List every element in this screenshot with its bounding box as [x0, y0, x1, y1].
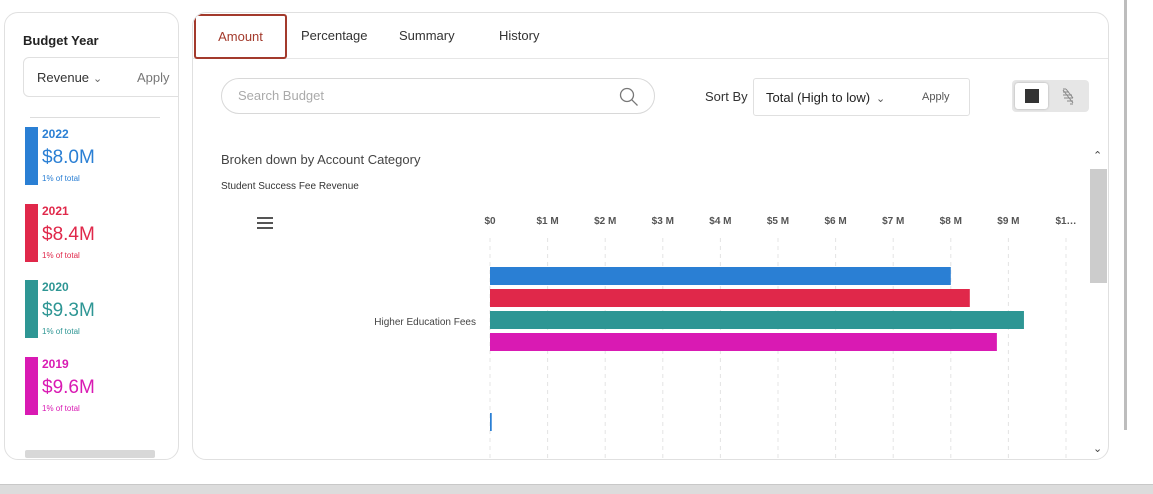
tab-history[interactable]: History — [499, 28, 539, 43]
bar-2021-0 — [490, 289, 970, 307]
x-tick-label: $1… — [1055, 216, 1076, 227]
striped-pattern-icon — [1062, 88, 1074, 105]
budget-year-panel: Budget Year Revenue ⌄ Apply 2022 $8.0M 1%… — [4, 12, 179, 460]
year-color-bar — [25, 127, 38, 185]
solid-view-button[interactable] — [1015, 83, 1048, 109]
bottom-bar — [0, 484, 1153, 494]
year-percent: 1% of total — [42, 251, 80, 260]
horizontal-scrollbar[interactable] — [25, 450, 155, 458]
x-tick-label: $2 M — [594, 216, 616, 227]
divider — [30, 117, 160, 118]
year-amount: $9.3M — [42, 300, 95, 321]
revenue-select-label: Revenue — [37, 70, 90, 85]
budget-year-title: Budget Year — [23, 33, 99, 48]
vertical-scrollbar[interactable]: ⌃ ⌄ — [1088, 147, 1108, 459]
chevron-down-icon: ⌄ — [93, 73, 103, 85]
year-label: 2021 — [42, 204, 69, 218]
bar-2020-0 — [490, 311, 1024, 329]
year-card-2021[interactable]: 2021 $8.4M 1% of total — [25, 204, 175, 264]
solid-square-icon — [1025, 89, 1039, 103]
year-percent: 1% of total — [42, 404, 80, 413]
sidebar-apply-button[interactable]: Apply — [137, 70, 170, 85]
pattern-view-button[interactable] — [1052, 83, 1086, 109]
revenue-select[interactable]: Revenue ⌄ — [37, 70, 102, 85]
budget-main-panel: Amount Percentage Summary History Sort B… — [192, 12, 1109, 460]
year-label: 2019 — [42, 357, 69, 371]
scrollbar-thumb[interactable] — [1090, 169, 1107, 283]
scroll-down-icon[interactable]: ⌄ — [1093, 442, 1102, 455]
x-tick-label: $7 M — [882, 216, 904, 227]
chart-subtitle: Student Success Fee Revenue — [221, 181, 359, 192]
year-color-bar — [25, 204, 38, 262]
revenue-controls: Revenue ⌄ Apply — [23, 57, 178, 97]
year-label: 2020 — [42, 280, 69, 294]
year-color-bar — [25, 280, 38, 338]
year-amount: $9.6M — [42, 377, 95, 398]
sort-select-value: Total (High to low) — [766, 90, 871, 105]
x-tick-label: $9 M — [997, 216, 1019, 227]
sort-select[interactable]: Total (High to low) ⌄ — [766, 90, 885, 105]
sort-apply-button[interactable]: Apply — [922, 91, 950, 103]
year-amount: $8.0M — [42, 147, 95, 168]
scroll-up-icon[interactable]: ⌃ — [1093, 149, 1102, 162]
x-tick-label: $1 M — [536, 216, 558, 227]
x-tick-label: $0 — [484, 216, 496, 227]
sort-by-label: Sort By — [705, 89, 748, 104]
tab-summary[interactable]: Summary — [399, 28, 455, 43]
category-label: Higher Education Fees — [374, 317, 476, 328]
x-tick-label: $6 M — [824, 216, 846, 227]
bar-2022-0 — [490, 267, 951, 285]
sort-controls: Total (High to low) ⌄ Apply — [753, 78, 970, 116]
year-percent: 1% of total — [42, 174, 80, 183]
search-icon[interactable] — [619, 87, 639, 107]
year-amount: $8.4M — [42, 224, 95, 245]
year-color-bar — [25, 357, 38, 415]
search-box — [221, 78, 655, 114]
chart-heading: Broken down by Account Category — [221, 152, 421, 167]
page-scrollbar[interactable] — [1124, 0, 1127, 430]
tab-percentage[interactable]: Percentage — [301, 28, 368, 43]
year-label: 2022 — [42, 127, 69, 141]
x-tick-label: $3 M — [652, 216, 674, 227]
x-tick-label: $5 M — [767, 216, 789, 227]
x-tick-label: $8 M — [940, 216, 962, 227]
search-input[interactable] — [238, 88, 598, 103]
tab-amount[interactable]: Amount — [194, 14, 287, 59]
year-card-2019[interactable]: 2019 $9.6M 1% of total — [25, 357, 175, 417]
year-card-2020[interactable]: 2020 $9.3M 1% of total — [25, 280, 175, 340]
bar-2019-0 — [490, 333, 997, 351]
tab-bar: Amount Percentage Summary History — [193, 13, 1108, 59]
chevron-down-icon: ⌄ — [876, 93, 886, 105]
bar-chart: $0 $1 M $2 M $3 M $4 M $5 M $6 M $7 M $8 M $9 M $1… — [374, 216, 1077, 459]
x-tick-label: $4 M — [709, 216, 731, 227]
year-percent: 1% of total — [42, 327, 80, 336]
view-toggle — [1012, 80, 1089, 112]
bar-2022-1 — [490, 413, 492, 431]
year-card-2022[interactable]: 2022 $8.0M 1% of total — [25, 127, 175, 187]
